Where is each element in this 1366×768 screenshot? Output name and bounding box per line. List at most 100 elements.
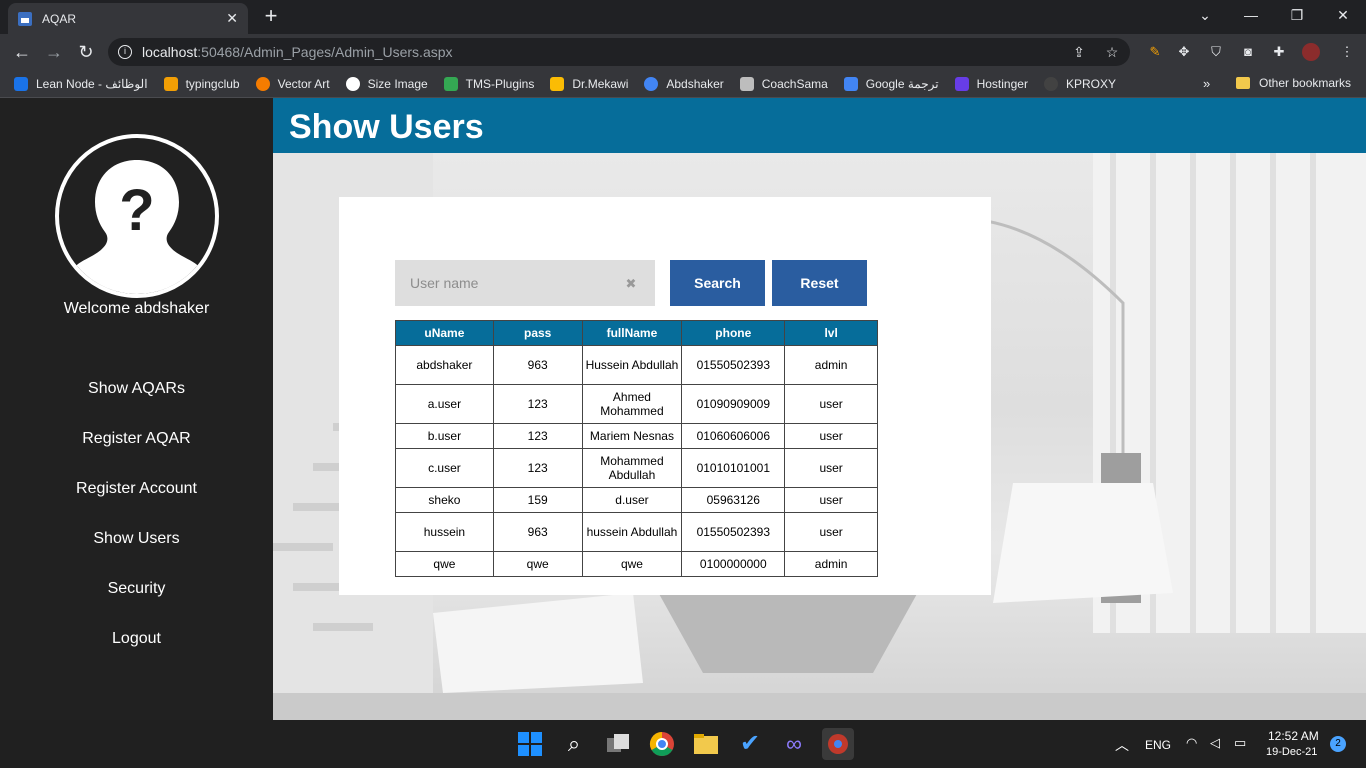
table-row: abdshaker 963 Hussein Abdullah 015505023… [395, 345, 878, 385]
sidebar-link-security[interactable]: Security [0, 580, 273, 598]
profile-avatar[interactable] [1302, 43, 1320, 61]
bookmark-icon [550, 76, 565, 91]
tray-chevron-icon[interactable]: ︿ [1115, 735, 1129, 755]
extension-pen-icon[interactable]: ✎ [1146, 43, 1164, 61]
page-header: Show Users [273, 98, 1366, 153]
bookmark-item[interactable]: TMS-Plugins [443, 76, 534, 91]
sidebar-link-show-users[interactable]: Show Users [0, 530, 273, 548]
wifi-icon[interactable]: ◠ [1186, 735, 1197, 751]
bookmark-item[interactable]: Google ترجمة [843, 76, 939, 91]
bookmark-item[interactable]: Abdshaker [644, 76, 724, 91]
extension-grid-icon[interactable]: ✥ [1175, 43, 1193, 61]
table-row: c.user 123 Mohammed Abdullah 01010101001… [395, 448, 878, 488]
folder-icon [1236, 77, 1250, 89]
table-cell: d.user [581, 487, 683, 513]
bookmark-item[interactable]: typingclub [163, 76, 240, 91]
table-cell: a.user [395, 384, 494, 424]
bookmark-icon [1043, 76, 1058, 91]
table-cell: 01090909009 [681, 384, 786, 424]
column-header: pass [492, 320, 583, 346]
notification-badge[interactable]: 2 [1330, 736, 1346, 752]
clear-input-icon[interactable]: ✖ [623, 276, 639, 292]
table-row: hussein 963 hussein Abdullah 01550502393… [395, 512, 878, 552]
bookmark-star-icon[interactable]: ☆ [1104, 44, 1120, 60]
table-cell: user [784, 487, 878, 513]
table-cell: user [784, 384, 878, 424]
table-cell: 01010101001 [681, 448, 786, 488]
search-icon[interactable]: ⌕ [558, 728, 590, 760]
file-explorer-icon[interactable] [690, 728, 722, 760]
bookmark-item[interactable]: Size Image [345, 76, 428, 91]
extension-camera-icon[interactable]: ◙ [1239, 43, 1257, 61]
sidebar-link-register-account[interactable]: Register Account [0, 480, 273, 498]
table-cell: b.user [395, 423, 494, 449]
table-cell: hussein Abdullah [581, 512, 683, 552]
todo-icon[interactable]: ✔ [734, 728, 766, 760]
extensions-puzzle-icon[interactable]: ✚ [1270, 43, 1288, 61]
column-header: phone [681, 320, 786, 346]
task-view-icon[interactable] [602, 728, 634, 760]
sidebar-link-show-aqars[interactable]: Show AQARs [0, 380, 273, 398]
reset-button[interactable]: Reset [772, 260, 867, 306]
sidebar-link-logout[interactable]: Logout [0, 630, 273, 648]
site-info-icon[interactable]: i [118, 45, 132, 59]
page-title: Show Users [289, 108, 484, 146]
battery-icon[interactable]: ▭ [1234, 735, 1246, 751]
table-cell: sheko [395, 487, 494, 513]
column-header: uName [395, 320, 494, 346]
table-cell: 0100000000 [681, 551, 786, 577]
table-cell: hussein [395, 512, 494, 552]
table-cell: user [784, 448, 878, 488]
bookmark-item[interactable]: Vector Art [255, 76, 330, 91]
forward-icon[interactable]: → [42, 41, 66, 65]
table-cell: qwe [395, 551, 494, 577]
close-tab-icon[interactable]: ✕ [226, 10, 238, 27]
close-window-icon[interactable]: ✕ [1320, 0, 1366, 30]
clock-date[interactable]: 19-Dec-21 [1266, 746, 1317, 758]
table-cell: 123 [492, 384, 583, 424]
active-chrome-icon[interactable] [822, 728, 854, 760]
start-menu-icon[interactable] [514, 728, 546, 760]
clock-time[interactable]: 12:52 AM [1268, 729, 1319, 743]
table-cell: admin [784, 345, 878, 385]
table-cell: Mohammed Abdullah [581, 448, 683, 488]
table-cell: abdshaker [395, 345, 494, 385]
table-row: a.user 123 Ahmed Mohammed 01090909009 us… [395, 384, 878, 424]
volume-icon[interactable]: ◁ [1210, 735, 1220, 751]
reload-icon[interactable]: ↻ [74, 41, 98, 65]
bookmark-item[interactable]: Lean Node - الوظائف [14, 76, 148, 91]
tab-search-icon[interactable]: ⌄ [1182, 0, 1228, 30]
language-indicator[interactable]: ENG [1145, 738, 1171, 752]
bookmarks-overflow-button[interactable]: » [1203, 76, 1210, 91]
sidebar-link-register-aqar[interactable]: Register AQAR [0, 430, 273, 448]
bookmark-item[interactable]: Hostinger [954, 76, 1028, 91]
table-row: sheko 159 d.user 05963126 user [395, 487, 878, 513]
bookmarks-bar: Lean Node - الوظائف typingclub Vector Ar… [0, 70, 1366, 98]
chrome-icon[interactable] [646, 728, 678, 760]
other-bookmarks-folder[interactable]: Other bookmarks [1236, 76, 1351, 90]
browser-tab[interactable]: AQAR ✕ [8, 3, 248, 34]
minimize-icon[interactable]: — [1228, 0, 1274, 30]
users-table: uName pass fullName phone lvl abdshaker … [395, 320, 878, 577]
infinity-app-icon[interactable]: ∞ [778, 728, 810, 760]
column-header: fullName [581, 320, 683, 346]
new-tab-icon[interactable]: + [258, 4, 284, 30]
share-icon[interactable]: ⇪ [1071, 44, 1087, 60]
search-button[interactable]: Search [670, 260, 765, 306]
table-cell: 159 [492, 487, 583, 513]
tab-title: AQAR [42, 11, 77, 26]
bookmark-item[interactable]: CoachSama [739, 76, 828, 91]
back-icon[interactable]: ← [10, 41, 34, 65]
table-cell: 123 [492, 448, 583, 488]
bookmark-item[interactable]: KPROXY [1043, 76, 1116, 91]
address-bar[interactable]: i localhost:50468/Admin_Pages/Admin_User… [108, 38, 1130, 66]
bookmark-item[interactable]: Dr.Mekawi [550, 76, 628, 91]
table-cell: c.user [395, 448, 494, 488]
username-search-input[interactable] [395, 260, 655, 306]
table-cell: user [784, 512, 878, 552]
menu-dots-icon[interactable]: ⋮ [1338, 43, 1356, 61]
table-cell: qwe [492, 551, 583, 577]
url-path: :50468/Admin_Pages/Admin_Users.aspx [197, 44, 453, 60]
extension-shield-icon[interactable]: ⛉ [1207, 43, 1225, 61]
restore-icon[interactable]: ❐ [1274, 0, 1320, 30]
